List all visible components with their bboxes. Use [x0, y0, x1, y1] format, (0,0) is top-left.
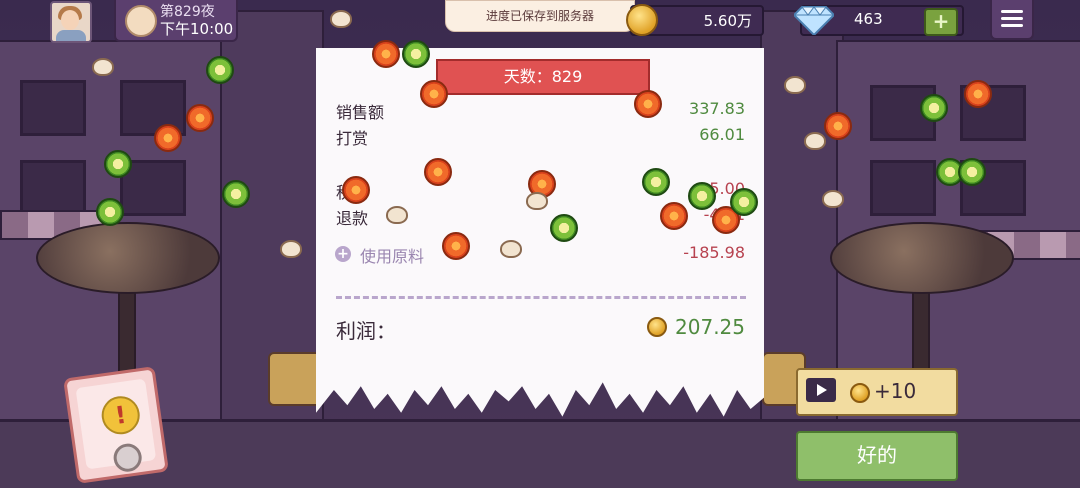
play-video-icon: [806, 378, 836, 402]
watch-ad-button[interactable]: +10: [796, 368, 958, 416]
window: [20, 160, 86, 216]
garlic-clove-icon: [526, 192, 548, 210]
pepper-slice-icon: [688, 182, 716, 210]
pepper-slice-icon: [550, 214, 578, 242]
avatar-face: [61, 10, 79, 30]
garlic-clove-icon: [804, 132, 826, 150]
expand-ingredients-icon[interactable]: +: [335, 246, 351, 262]
tomato-slice-icon: [660, 202, 688, 230]
pepper-slice-icon: [958, 158, 986, 186]
ad-reward-amount: +10: [874, 379, 917, 403]
clock-time: 下午10:00: [160, 20, 234, 38]
tomato-slice-icon: [824, 112, 852, 140]
pepper-slice-icon: [222, 180, 250, 208]
hamburger-icon: [1001, 17, 1023, 20]
pepper-slice-icon: [104, 150, 132, 178]
ingredients-value: -185.98: [683, 243, 745, 262]
alert-screen: !: [75, 378, 157, 474]
hamburger-icon: [1001, 24, 1023, 27]
menu-button[interactable]: [990, 0, 1034, 40]
gem-balance: 463 +: [794, 5, 964, 36]
alert-phone-button[interactable]: !: [63, 366, 169, 484]
garlic-clove-icon: [386, 206, 408, 224]
pepper-slice-icon: [642, 168, 670, 196]
coin-icon: [850, 383, 870, 403]
save-toast: 进度已保存到服务器: [445, 0, 635, 32]
tomato-slice-icon: [424, 158, 452, 186]
cafe-table: [268, 352, 322, 406]
exclamation-icon: !: [99, 393, 143, 437]
sales-label: 销售额: [336, 103, 385, 122]
tomato-slice-icon: [442, 232, 470, 260]
coin-icon: [647, 317, 667, 337]
coin-amount: 5.60万: [703, 12, 752, 30]
window: [870, 160, 936, 216]
diamond-icon: [794, 6, 834, 35]
garlic-clove-icon: [784, 76, 806, 94]
pepper-slice-icon: [402, 40, 430, 68]
add-gems-button[interactable]: +: [924, 8, 958, 36]
coin-balance: 5.60万: [626, 4, 764, 36]
hamburger-icon: [1001, 10, 1023, 13]
profit-value: 207.25: [675, 315, 745, 339]
tree-crown: [36, 222, 220, 294]
tomato-slice-icon: [342, 176, 370, 204]
avatar-shirt: [56, 30, 86, 41]
tomato-slice-icon: [964, 80, 992, 108]
home-button-icon: [111, 441, 144, 474]
tree-crown: [830, 222, 1014, 294]
tips-label: 打赏: [336, 129, 369, 148]
pepper-slice-icon: [96, 198, 124, 226]
window: [20, 80, 86, 136]
gem-amount: 463: [854, 10, 883, 28]
tomato-slice-icon: [634, 90, 662, 118]
refund-label: 退款: [336, 209, 369, 228]
tomato-slice-icon: [372, 40, 400, 68]
coin-icon: [626, 4, 658, 36]
tomato-slice-icon: [154, 124, 182, 152]
sales-value: 337.83: [689, 99, 745, 118]
tips-value: 66.01: [699, 125, 745, 144]
garlic-clove-icon: [822, 190, 844, 208]
garlic-clove-icon: [500, 240, 522, 258]
ingredients-label[interactable]: 使用原料: [360, 243, 424, 267]
pepper-slice-icon: [730, 188, 758, 216]
pepper-slice-icon: [206, 56, 234, 84]
garlic-clove-icon: [330, 10, 352, 28]
ok-button[interactable]: 好的: [796, 431, 958, 481]
divider: [336, 296, 746, 299]
player-avatar[interactable]: [50, 1, 92, 43]
garlic-icon: [125, 5, 157, 37]
pepper-slice-icon: [920, 94, 948, 122]
tomato-slice-icon: [186, 104, 214, 132]
day-banner: 天数：829: [424, 59, 662, 95]
tomato-slice-icon: [420, 80, 448, 108]
garlic-clove-icon: [280, 240, 302, 258]
profit-label: 利润：: [336, 319, 396, 343]
garlic-clove-icon: [92, 58, 114, 76]
day-time-panel: 第829夜 下午10:00: [114, 0, 238, 42]
